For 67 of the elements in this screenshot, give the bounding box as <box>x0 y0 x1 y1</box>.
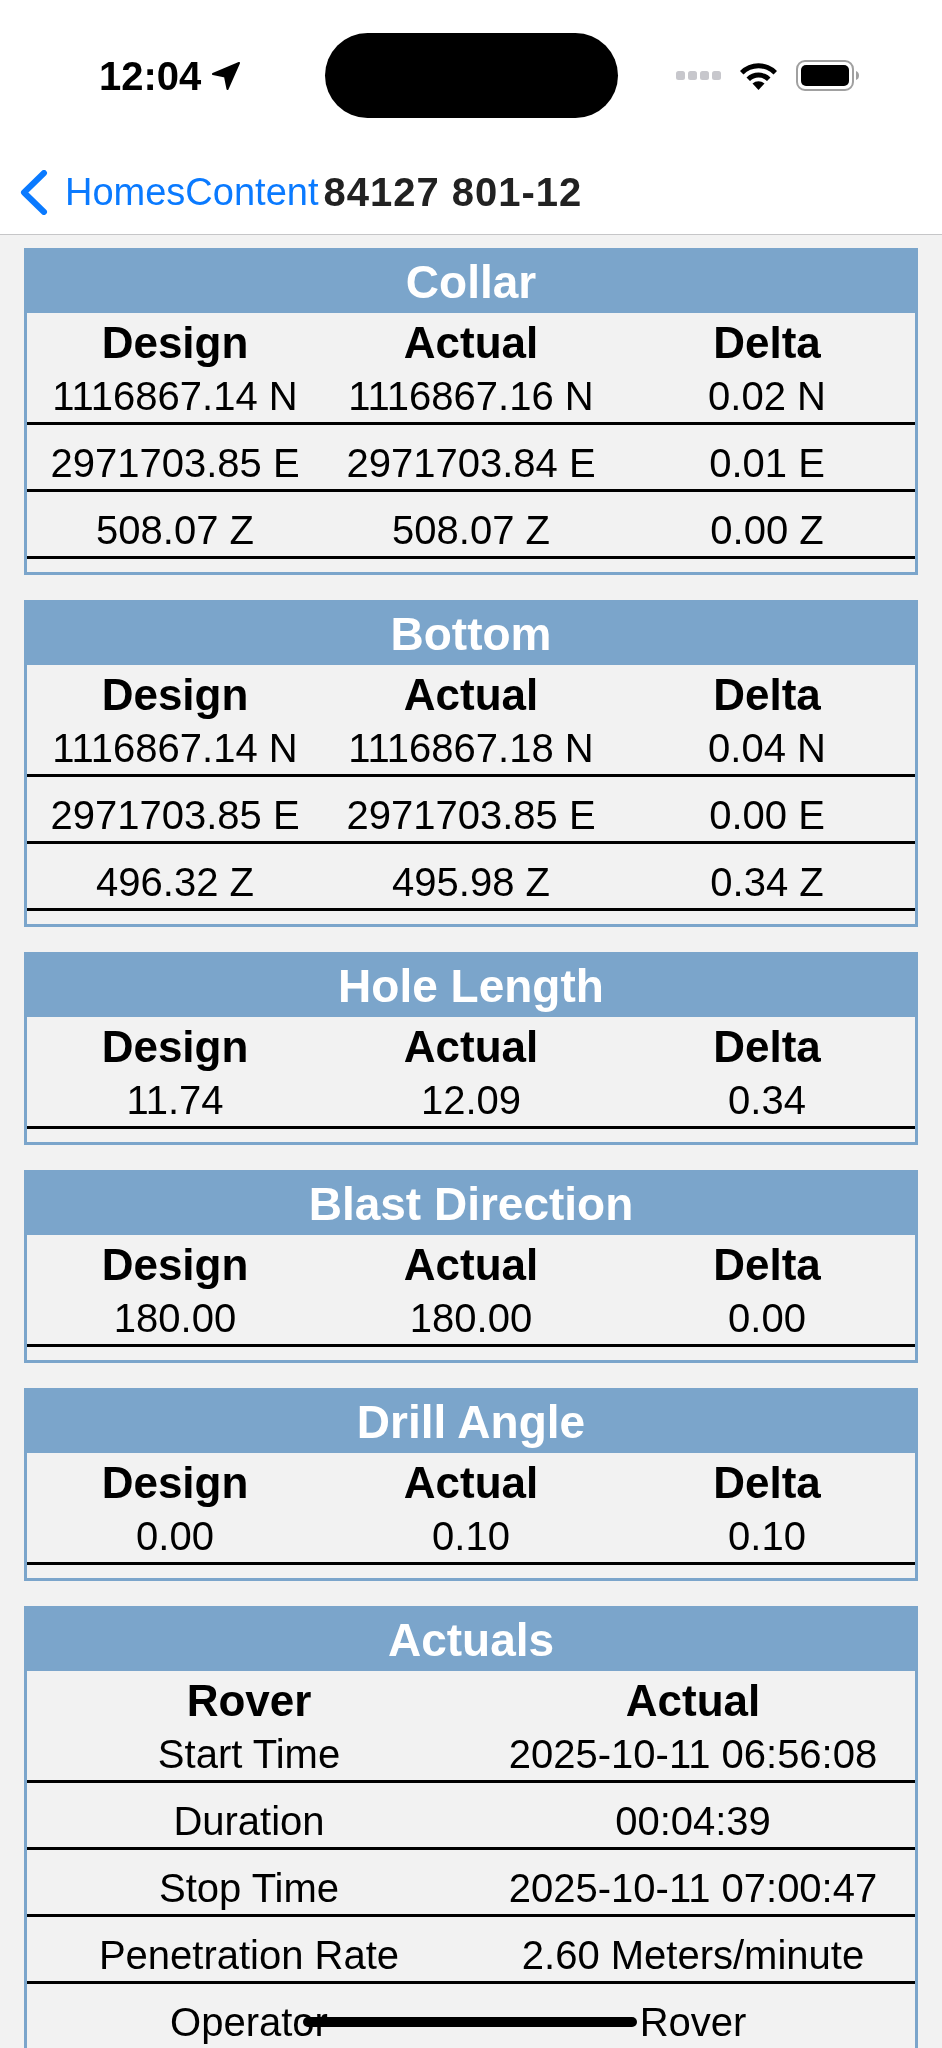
table-cell: Duration <box>173 1801 325 1841</box>
table-cell: 0.00 <box>136 1516 214 1556</box>
table-cell: 508.07 Z <box>392 510 550 550</box>
table-cell: 0.00 E <box>709 795 825 835</box>
table-cell: 1116867.16 N <box>348 376 594 416</box>
column-header: Design <box>101 1240 249 1290</box>
table-cell: 2971703.85 E <box>50 443 300 483</box>
table-cell: 2025-10-11 06:56:08 <box>508 1734 878 1774</box>
table-cell: 11.74 <box>126 1080 224 1120</box>
column-header: Design <box>101 1458 249 1508</box>
table-cell: 2025-10-11 07:00:47 <box>508 1868 878 1908</box>
table-cell: 0.34 Z <box>710 862 824 902</box>
table-cell: 0.10 <box>432 1516 510 1556</box>
table-cell: 0.01 E <box>709 443 825 483</box>
table-cell: Stop Time <box>158 1868 340 1908</box>
table-cell: 180.00 <box>409 1298 533 1338</box>
status-time: 12:04 <box>99 52 202 100</box>
column-header: Actual <box>625 1676 761 1726</box>
table-cell: 2971703.84 E <box>346 443 596 483</box>
table-cell: Rover <box>639 2002 747 2042</box>
column-header: Actual <box>403 670 539 720</box>
table-cell: 0.00 <box>728 1298 806 1338</box>
column-header: Delta <box>713 318 821 368</box>
signal-icon <box>675 71 721 80</box>
column-header: Delta <box>713 1240 821 1290</box>
table-cell: 0.34 <box>728 1080 806 1120</box>
column-header: Delta <box>713 1022 821 1072</box>
nav-title: 84127 801-12 <box>323 169 583 215</box>
section-title: Drill Angle <box>27 1391 915 1453</box>
table-cell: 0.00 Z <box>710 510 824 550</box>
column-header: Actual <box>403 318 539 368</box>
table-cell: 508.07 Z <box>96 510 254 550</box>
table-cell: 12.09 <box>420 1080 522 1120</box>
column-header: Rover <box>186 1676 312 1726</box>
section-title: Bottom <box>27 603 915 665</box>
table-cell: 2971703.85 E <box>346 795 596 835</box>
table-cell: 0.02 N <box>708 376 826 416</box>
table-cell: Start Time <box>157 1734 341 1774</box>
section-title: Blast Direction <box>27 1173 915 1235</box>
table-cell: Penetration Rate <box>98 1935 400 1975</box>
column-header: Delta <box>713 670 821 720</box>
column-header: Design <box>101 318 249 368</box>
table-cell: 2.60 Meters/minute <box>521 1935 865 1975</box>
table-cell: 1116867.18 N <box>348 728 594 768</box>
section-title: Actuals <box>27 1609 915 1671</box>
table-cell: 00:04:39 <box>615 1801 771 1841</box>
table-cell: 0.10 <box>728 1516 806 1556</box>
column-header: Delta <box>713 1458 821 1508</box>
table-cell: 496.32 Z <box>96 862 254 902</box>
back-button[interactable]: HomesContent <box>20 169 319 215</box>
column-header: Actual <box>403 1240 539 1290</box>
section-title: Collar <box>27 251 915 313</box>
table-cell: 1116867.14 N <box>52 376 298 416</box>
battery-icon <box>795 60 860 91</box>
table-cell: 0.04 N <box>708 728 826 768</box>
column-header: Actual <box>403 1458 539 1508</box>
table-cell: 2971703.85 E <box>50 795 300 835</box>
table-cell: 495.98 Z <box>392 862 550 902</box>
column-header: Design <box>101 670 249 720</box>
back-chevron-icon <box>20 169 48 215</box>
table-cell: 1116867.14 N <box>52 728 298 768</box>
section-title: Hole Length <box>27 955 915 1017</box>
column-header: Actual <box>403 1022 539 1072</box>
wifi-icon <box>738 61 778 90</box>
table-cell: 180.00 <box>113 1298 237 1338</box>
location-arrow-icon <box>211 60 242 91</box>
column-header: Design <box>101 1022 249 1072</box>
